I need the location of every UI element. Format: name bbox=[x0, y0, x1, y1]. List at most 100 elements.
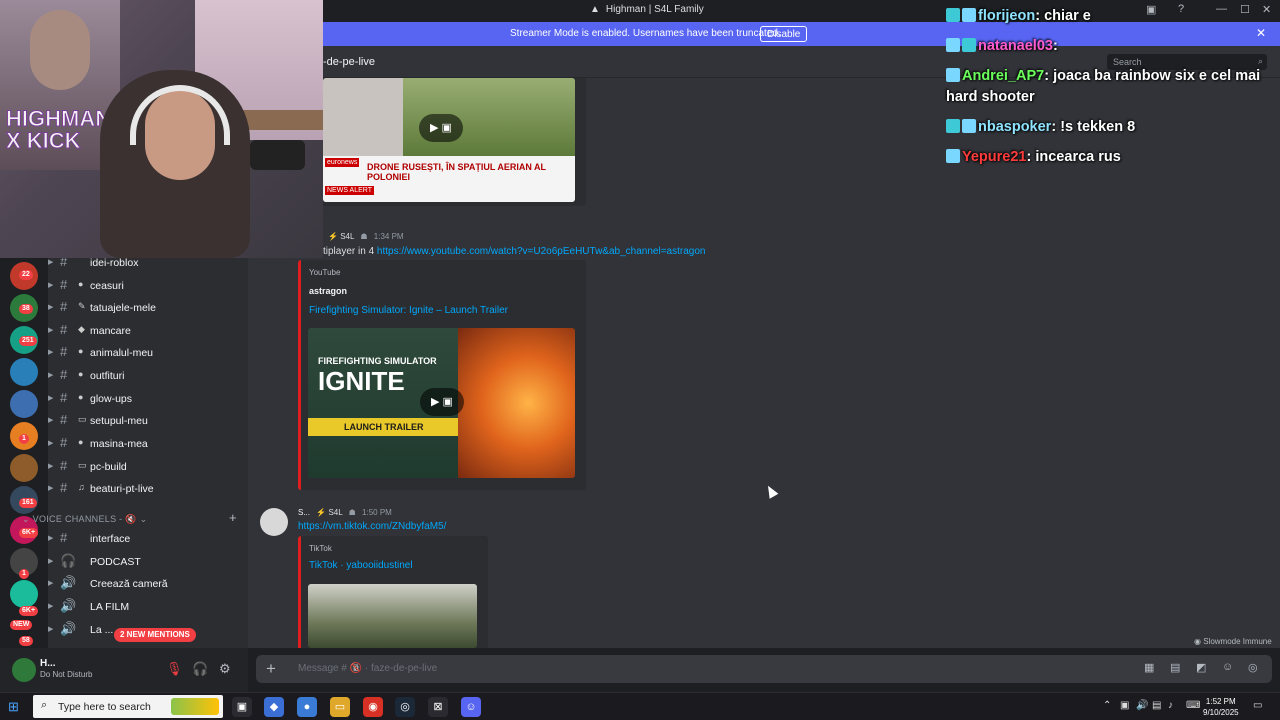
copilot-app-icon[interactable]: ● bbox=[297, 697, 317, 717]
microphone bbox=[250, 140, 305, 170]
activities-icon[interactable]: ◎ bbox=[1248, 661, 1258, 674]
message-header: ⚡ S4L ☗ 1:34 PM bbox=[328, 232, 404, 241]
channel-label: pc-build bbox=[90, 461, 127, 473]
new-mentions-badge[interactable]: 2 NEW MENTIONS bbox=[114, 628, 196, 642]
voice-channel-label: LA FILM bbox=[90, 601, 130, 613]
channel-item[interactable]: ▶ # ● masina-mea bbox=[48, 435, 233, 455]
gift-icon[interactable]: ▦ bbox=[1144, 661, 1154, 674]
file-explorer-icon[interactable]: ▭ bbox=[330, 697, 350, 717]
copilot-icon[interactable]: ◆ bbox=[264, 697, 284, 717]
embed-title[interactable]: TikTok · yabooiidustinel bbox=[309, 560, 413, 571]
news-thumbnail[interactable]: euronews DRONE RUSEȘTI, ÎN SPAȚIUL AERIA… bbox=[323, 78, 575, 202]
volume-icon[interactable]: 🔊 bbox=[1136, 700, 1148, 711]
xbox-icon[interactable]: ⊠ bbox=[428, 697, 448, 717]
channel-item[interactable]: ▶ # ● ceasuri bbox=[48, 277, 233, 297]
chevron-right-icon[interactable]: ▶ bbox=[48, 303, 53, 311]
network-icon[interactable]: ▤ bbox=[1152, 700, 1161, 711]
chevron-right-icon[interactable]: ▶ bbox=[48, 557, 53, 565]
task-view-icon[interactable]: ▣ bbox=[232, 697, 252, 717]
server-icon[interactable] bbox=[10, 454, 38, 482]
chevron-right-icon[interactable]: ▶ bbox=[48, 602, 53, 610]
chevron-right-icon[interactable]: ▶ bbox=[48, 371, 53, 379]
chevron-right-icon[interactable]: ▶ bbox=[48, 258, 53, 266]
voice-channel-item[interactable]: ▶ 🔊 LA FILM bbox=[48, 598, 233, 618]
mic-muted-icon[interactable]: 🎙 bbox=[166, 661, 183, 677]
badge-icon bbox=[946, 8, 960, 22]
sticker-icon[interactable]: ◩ bbox=[1196, 661, 1206, 674]
voice-category-header[interactable]: ⌄ VOICE CHANNELS - 🔇 ⌄ bbox=[22, 514, 147, 525]
channel-item[interactable]: ▶ # ◆ mancare bbox=[48, 322, 233, 342]
speaker-icon[interactable]: ♪ bbox=[1168, 700, 1173, 711]
taskbar-search[interactable]: ⌕ Type here to search bbox=[33, 695, 223, 718]
chevron-right-icon[interactable]: ▶ bbox=[48, 534, 53, 542]
hash-icon: # bbox=[60, 367, 68, 382]
channel-label: outfituri bbox=[90, 370, 125, 382]
disable-streamer-mode-button[interactable]: Disable bbox=[760, 26, 808, 42]
voice-channel-icon: 🔊 bbox=[60, 598, 77, 613]
keyboard-icon[interactable]: ⌨ bbox=[1186, 700, 1200, 711]
channel-item[interactable]: ▶ # ♫ beaturi-pt-live bbox=[48, 480, 233, 500]
server-icon[interactable] bbox=[10, 580, 38, 608]
windows-start-icon[interactable]: ⊞ bbox=[8, 699, 19, 715]
embed-title[interactable]: Firefighting Simulator: Ignite – Launch … bbox=[309, 305, 508, 316]
server-badge: 251 bbox=[19, 336, 37, 346]
youtube-link[interactable]: https://www.youtube.com/watch?v=U2o6pEeH… bbox=[377, 246, 706, 257]
channel-item[interactable]: ▶ # ● outfituri bbox=[48, 367, 233, 387]
message-input[interactable]: Message # 🔞 · faze-de-pe-live bbox=[298, 663, 437, 674]
embed-author[interactable]: astragon bbox=[309, 286, 347, 296]
clock[interactable]: 1:52 PM 9/10/2025 bbox=[1203, 696, 1239, 718]
server-icon[interactable] bbox=[10, 358, 38, 386]
search-icon: ⌕ bbox=[41, 699, 48, 711]
steam-icon[interactable]: ◎ bbox=[395, 697, 415, 717]
tray-icon[interactable]: ▣ bbox=[1120, 700, 1129, 711]
chevron-right-icon[interactable]: ▶ bbox=[48, 416, 53, 424]
tiktok-link[interactable]: https://vm.tiktok.com/ZNdbyfaM5/ bbox=[298, 521, 446, 532]
channel-label: idei-roblox bbox=[90, 257, 139, 269]
taskbar: ⊞ ⌕ Type here to search ▣ ◆ ● ▭ ◉ ◎ ⊠ ☺ … bbox=[0, 692, 1280, 720]
notification-icon[interactable]: ▭ bbox=[1253, 700, 1262, 711]
gif-icon[interactable]: ▤ bbox=[1170, 661, 1180, 674]
chevron-up-icon[interactable]: ⌃ bbox=[1103, 700, 1111, 711]
play-icon[interactable]: ▶ ▣ bbox=[419, 114, 463, 142]
channel-emoji: ◆ bbox=[78, 324, 85, 334]
voice-channel-item[interactable]: ▶ 🔊 Creează cameră bbox=[48, 575, 233, 595]
avatar[interactable] bbox=[260, 508, 288, 536]
chevron-right-icon[interactable]: ▶ bbox=[48, 579, 53, 587]
add-attachment-icon[interactable]: + bbox=[266, 659, 276, 679]
search-highlight-image bbox=[171, 698, 219, 715]
video-thumbnail[interactable]: FIREFIGHTING SIMULATOR IGNITE LAUNCH TRA… bbox=[308, 328, 575, 478]
browser-icon[interactable]: ◉ bbox=[363, 697, 383, 717]
gear-icon[interactable]: ⚙ bbox=[219, 661, 231, 677]
chevron-right-icon[interactable]: ▶ bbox=[48, 394, 53, 402]
chevron-right-icon[interactable]: ▶ bbox=[48, 625, 53, 633]
server-icon[interactable] bbox=[10, 390, 38, 418]
emoji-icon[interactable]: ☺ bbox=[1222, 661, 1233, 673]
channel-item[interactable]: ▶ # ● animalul-meu bbox=[48, 344, 233, 364]
chevron-right-icon[interactable]: ▶ bbox=[48, 484, 53, 492]
chevron-right-icon[interactable]: ▶ bbox=[48, 348, 53, 356]
channel-item[interactable]: ▶ # ▭ pc-build bbox=[48, 458, 233, 478]
avatar[interactable] bbox=[12, 658, 36, 682]
channel-emoji: ▭ bbox=[78, 414, 87, 424]
voice-channel-item[interactable]: ▶ # interface bbox=[48, 530, 233, 550]
chevron-right-icon[interactable]: ▶ bbox=[48, 326, 53, 334]
channel-item[interactable]: ▶ # ● glow-ups bbox=[48, 390, 233, 410]
tiktok-thumbnail[interactable] bbox=[308, 584, 477, 648]
server-badge: 38 bbox=[19, 304, 33, 314]
voice-channel-item[interactable]: ▶ 🎧 PODCAST bbox=[48, 553, 233, 573]
discord-icon: ▲ bbox=[590, 4, 600, 15]
discord-app-icon[interactable]: ☺ bbox=[461, 697, 481, 717]
user-status: Do Not Disturb bbox=[40, 670, 93, 679]
message-author[interactable]: S... bbox=[298, 508, 310, 517]
channel-item[interactable]: ▶ # ▭ setupul-meu bbox=[48, 412, 233, 432]
play-icon[interactable]: ▶ ▣ bbox=[420, 388, 464, 416]
hash-icon: # bbox=[60, 480, 68, 495]
channel-item[interactable]: ▶ # ✎ tatuajele-mele bbox=[48, 299, 233, 319]
chevron-right-icon[interactable]: ▶ bbox=[48, 281, 53, 289]
chevron-right-icon[interactable]: ▶ bbox=[48, 462, 53, 470]
message-header: S... ⚡ S4L ☗ 1:50 PM bbox=[298, 508, 392, 517]
message-composer[interactable]: + Message # 🔞 · faze-de-pe-live ▦ ▤ ◩ ☺ … bbox=[256, 655, 1272, 683]
add-channel-icon[interactable]: + bbox=[229, 510, 237, 525]
headphones-icon[interactable]: 🎧 bbox=[192, 661, 208, 677]
chevron-right-icon[interactable]: ▶ bbox=[48, 439, 53, 447]
